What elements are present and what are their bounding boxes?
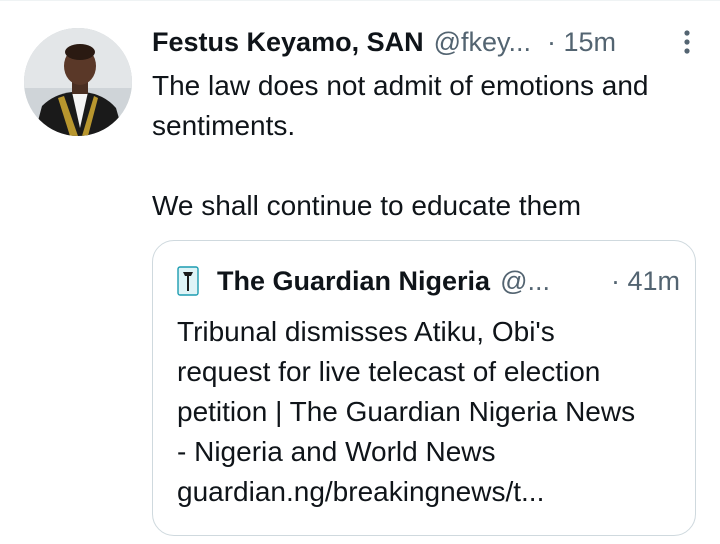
tweet-time[interactable]: · 15m (547, 22, 616, 62)
more-vertical-icon[interactable] (677, 22, 697, 62)
quoted-tweet-time[interactable]: · 41m (611, 261, 680, 301)
quoted-tweet-text: Tribunal dismisses Atiku, Obi's request … (177, 312, 687, 512)
tweet-text: The law does not admit of emotions and s… (152, 66, 702, 226)
quoted-tweet-header: The Guardian Nigeria @... · 41m (175, 261, 680, 301)
tweet-text-line: The law does not admit of emotions and (152, 70, 649, 101)
tweet-text-line: We shall continue to educate them (152, 190, 582, 221)
quoted-tweet-card[interactable]: The Guardian Nigeria @... · 41m Tribunal… (152, 240, 696, 536)
avatar-image (24, 28, 132, 136)
quoted-text-line: - Nigeria and World News (177, 436, 496, 467)
tweet-text-line: sentiments. (152, 110, 296, 141)
quoted-text-line: petition | The Guardian Nigeria News (177, 396, 636, 427)
guardian-logo-icon (175, 266, 201, 296)
quoted-text-line: request for live telecast of election (177, 356, 601, 387)
quoted-link[interactable]: guardian.ng/breakingnews/t... (177, 472, 687, 512)
quoted-author-handle[interactable]: @... (500, 261, 550, 301)
quoted-author-name[interactable]: The Guardian Nigeria (217, 261, 490, 301)
avatar[interactable] (24, 28, 132, 136)
divider (0, 0, 720, 1)
tweet[interactable]: Festus Keyamo, SAN @fkey... · 15m The la… (0, 0, 720, 544)
quoted-text-line: Tribunal dismisses Atiku, Obi's (177, 316, 555, 347)
tweet-header: Festus Keyamo, SAN @fkey... · 15m (152, 22, 697, 62)
author-name[interactable]: Festus Keyamo, SAN (152, 22, 424, 62)
author-handle[interactable]: @fkey... (434, 22, 531, 62)
